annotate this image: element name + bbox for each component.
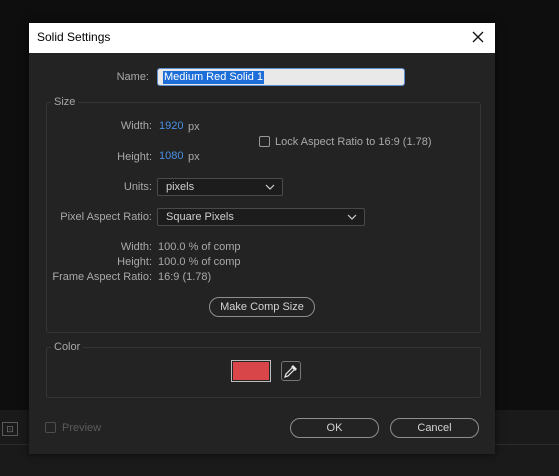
height-value[interactable]: 1080: [159, 150, 183, 162]
chevron-down-icon: [265, 184, 275, 190]
title-bar: Solid Settings: [29, 23, 495, 53]
make-comp-size-label: Make Comp Size: [220, 301, 304, 313]
color-swatch[interactable]: [231, 360, 271, 382]
info-height-value: 100.0 % of comp: [158, 256, 241, 268]
height-label: Height:: [117, 151, 152, 163]
height-unit: px: [188, 151, 200, 163]
eyedropper-button[interactable]: [281, 361, 301, 381]
eyedropper-icon: [284, 365, 297, 378]
lock-aspect-checkbox[interactable]: [259, 136, 270, 147]
close-icon: [472, 31, 484, 43]
width-label: Width:: [120, 120, 152, 132]
color-group-title: Color: [51, 341, 84, 353]
dialog-title: Solid Settings: [37, 30, 111, 44]
size-group-title: Size: [51, 96, 79, 108]
ok-label: OK: [326, 422, 343, 434]
frame-aspect-label: Frame Aspect Ratio:: [52, 271, 152, 283]
lock-aspect-label: Lock Aspect Ratio to 16:9 (1.78): [275, 136, 432, 148]
solid-settings-dialog: Solid Settings Name: Medium Red Solid 1 …: [29, 23, 495, 454]
width-value[interactable]: 1920: [159, 120, 183, 132]
units-value: pixels: [166, 181, 195, 193]
composition-icon: ⊡: [2, 422, 18, 436]
pixel-aspect-dropdown[interactable]: Square Pixels: [157, 208, 365, 226]
name-input-value: Medium Red Solid 1: [163, 71, 265, 84]
ok-button[interactable]: OK: [290, 418, 379, 438]
cancel-button[interactable]: Cancel: [390, 418, 479, 438]
chevron-down-icon: [347, 214, 357, 220]
preview-label: Preview: [62, 422, 102, 434]
cancel-label: Cancel: [417, 422, 452, 434]
info-width-value: 100.0 % of comp: [158, 241, 241, 253]
preview-checkbox[interactable]: [45, 422, 56, 433]
units-label: Units:: [123, 181, 152, 193]
info-width-label: Width:: [120, 241, 152, 253]
name-label: Name:: [116, 71, 149, 83]
units-dropdown[interactable]: pixels: [157, 178, 283, 196]
close-button[interactable]: [469, 27, 487, 47]
info-height-label: Height:: [117, 256, 152, 268]
frame-aspect-value: 16:9 (1.78): [158, 271, 212, 283]
pixel-aspect-label: Pixel Aspect Ratio:: [60, 211, 152, 223]
width-unit: px: [188, 121, 200, 133]
color-swatch-fill: [233, 362, 269, 380]
pixel-aspect-value: Square Pixels: [166, 211, 234, 223]
name-input[interactable]: Medium Red Solid 1: [157, 68, 405, 86]
make-comp-size-button[interactable]: Make Comp Size: [209, 297, 315, 317]
